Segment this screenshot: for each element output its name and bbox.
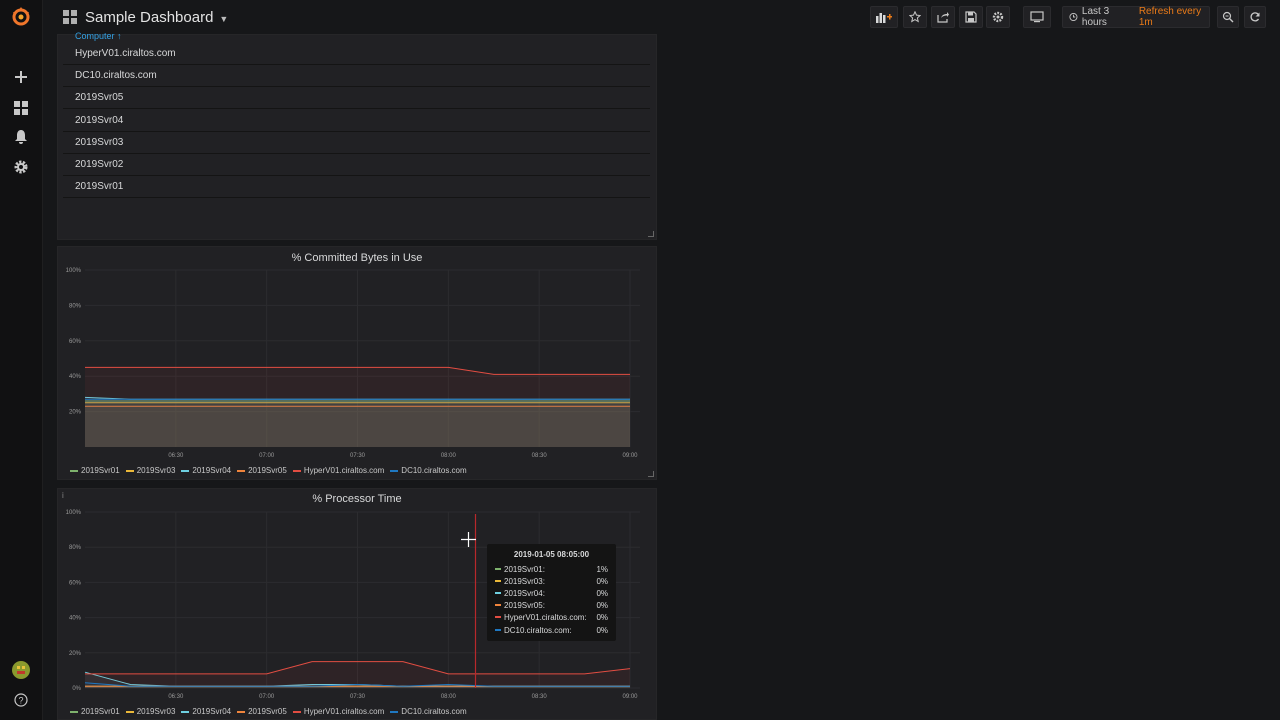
tooltip-series-name: HyperV01.ciraltos.com: xyxy=(504,612,587,622)
tooltip-row: 2019Svr04: 0% xyxy=(495,587,608,599)
tooltip-series-name: DC10.ciraltos.com: xyxy=(504,625,572,635)
tooltip-value: 0% xyxy=(596,625,608,635)
tooltip-value: 1% xyxy=(596,564,608,574)
graph-tooltip: 2019-01-05 08:05:00 2019Svr01: 1% 2019Svr… xyxy=(487,544,616,641)
tooltip-row: 2019Svr03: 0% xyxy=(495,575,608,587)
tooltip-row: DC10.ciraltos.com: 0% xyxy=(495,624,608,636)
tooltip-value: 0% xyxy=(596,588,608,598)
tooltip-series-name: 2019Svr03: xyxy=(504,576,545,586)
tooltip-value: 0% xyxy=(596,576,608,586)
tooltip-value: 0% xyxy=(596,612,608,622)
hover-crosshair xyxy=(461,514,477,688)
tooltip-row: 2019Svr05: 0% xyxy=(495,599,608,611)
tooltip-series-name: 2019Svr04: xyxy=(504,588,545,598)
tooltip-row: HyperV01.ciraltos.com: 0% xyxy=(495,611,608,623)
tooltip-row: 2019Svr01: 1% xyxy=(495,563,608,575)
tooltip-series-name: 2019Svr05: xyxy=(504,600,545,610)
tooltip-value: 0% xyxy=(596,600,608,610)
tooltip-time: 2019-01-05 08:05:00 xyxy=(513,550,590,559)
tooltip-series-name: 2019Svr01: xyxy=(504,564,545,574)
